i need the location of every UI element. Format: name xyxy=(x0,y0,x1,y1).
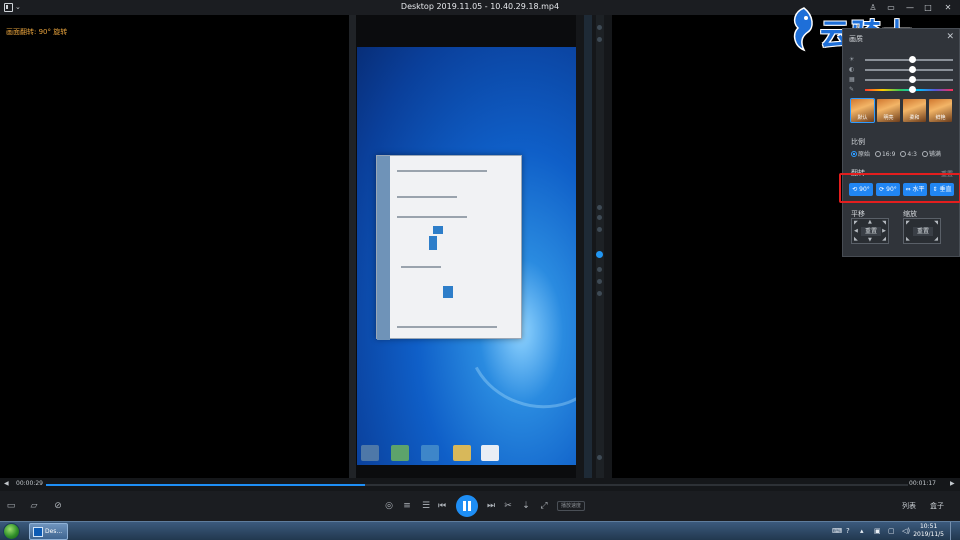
saturation-icon: ▦ xyxy=(849,76,855,83)
progress-row: ◀ 00:00:29 00:01:17 ▶ xyxy=(0,478,960,491)
zoom-reset-button[interactable]: 重置 xyxy=(913,227,933,236)
player-app-icon xyxy=(33,527,43,537)
ratio-options: 原始 16:9 4:3 铺满 xyxy=(851,149,944,158)
panel-title: 画质 xyxy=(849,35,863,43)
ratio-4-3[interactable]: 4:3 xyxy=(900,151,917,158)
clock-date: 2019/11/5 xyxy=(913,531,944,538)
hue-slider[interactable]: ✎ xyxy=(849,86,955,94)
filter-default[interactable]: 默认 xyxy=(850,98,875,123)
panel-close-icon[interactable]: ✕ xyxy=(946,32,954,42)
open-folder-icon[interactable]: ▱ xyxy=(27,500,41,512)
video-edge-right xyxy=(576,15,612,478)
rotate-highlight-box xyxy=(839,173,960,203)
video-content-dock xyxy=(357,443,576,465)
contrast-icon: ◐ xyxy=(849,66,855,73)
pan-reset-button[interactable]: 重置 xyxy=(861,227,881,236)
zoom-pad[interactable]: ◤ ◥ ◣ ◢ 重置 xyxy=(903,218,941,244)
taskbar-app-button[interactable]: Des... xyxy=(29,523,68,540)
seek-bar[interactable] xyxy=(46,484,908,486)
open-file-icon[interactable]: ▭ xyxy=(4,500,18,512)
start-button[interactable] xyxy=(3,523,20,540)
next-icon[interactable]: ⏭ xyxy=(484,500,498,512)
pause-button[interactable] xyxy=(456,495,478,517)
tray-volume-icon[interactable]: ◁) xyxy=(902,527,910,535)
step-forward-icon[interactable]: ▶ xyxy=(950,480,955,487)
picture-settings-panel: 画质 ✕ ☀ ◐ ▦ ✎ 默认 明亮 柔和 鲜艳 比例 原始 16:9 4:3 … xyxy=(842,28,960,257)
video-content-window xyxy=(376,155,522,340)
saturation-slider[interactable]: ▦ xyxy=(849,76,955,84)
tray-clock[interactable]: 10:51 2019/11/5 xyxy=(913,523,944,539)
download-icon[interactable]: ⇣ xyxy=(519,500,533,512)
brightness-icon: ☀ xyxy=(849,56,855,63)
settings-sliders-icon[interactable]: ☰ xyxy=(419,500,433,512)
video-edge-left xyxy=(349,15,356,478)
cut-icon[interactable]: ✂ xyxy=(501,500,515,512)
box-button[interactable]: 盒子 xyxy=(930,501,944,511)
ratio-heading: 比例 xyxy=(851,138,865,146)
video-content-desktop xyxy=(357,47,576,465)
filter-vivid[interactable]: 鲜艳 xyxy=(929,99,952,122)
mascot-icon xyxy=(793,7,813,52)
ratio-fill[interactable]: 铺满 xyxy=(921,151,941,158)
tray-expand-icon[interactable]: ▴ xyxy=(860,527,864,535)
osd-message: 画面翻转: 90° 旋转 xyxy=(6,28,68,36)
speed-button[interactable]: 播放速度 xyxy=(557,501,586,511)
video-stage[interactable]: 画面翻转: 90° 旋转 xyxy=(0,15,960,478)
filter-presets: 默认 明亮 柔和 鲜艳 xyxy=(850,98,957,123)
playlist-button[interactable]: 列表 xyxy=(902,501,916,511)
ratio-16-9[interactable]: 16:9 xyxy=(874,151,895,158)
ratio-original[interactable]: 原始 xyxy=(851,151,870,158)
show-desktop-button[interactable] xyxy=(950,522,960,540)
fullscreen-icon[interactable]: ⤢ xyxy=(537,500,551,512)
tray-display-icon[interactable]: ▢ xyxy=(888,527,895,535)
step-back-icon[interactable]: ◀ xyxy=(4,480,9,487)
tray-input-icon[interactable]: ⌨ xyxy=(832,527,842,535)
hue-icon: ✎ xyxy=(849,86,855,93)
contrast-slider[interactable]: ◐ xyxy=(849,66,955,74)
elapsed-time: 00:00:29 xyxy=(16,480,43,487)
previous-icon[interactable]: ⏮ xyxy=(435,500,449,512)
windows-taskbar: Des... ⌨ ? ▴ ▣ ▢ ◁) 10:51 2019/11/5 xyxy=(0,521,960,540)
tray-network-icon[interactable]: ▣ xyxy=(874,527,881,535)
clock-time: 10:51 xyxy=(919,523,938,530)
brightness-slider[interactable]: ☀ xyxy=(849,56,955,64)
tray-help-icon[interactable]: ? xyxy=(846,527,850,535)
screenshot-icon[interactable]: ◎ xyxy=(382,500,396,512)
playlist-mode-icon[interactable]: ≡ xyxy=(400,500,414,512)
filter-soft[interactable]: 柔和 xyxy=(903,99,926,122)
control-bar: ▭ ▱ ⊘ ◎ ≡ ☰ ⏮ ⏭ ✂ ⇣ ⤢ 播放速度 列表 盒子 xyxy=(0,491,960,521)
total-time: 00:01:17 xyxy=(909,480,936,487)
filter-bright[interactable]: 明亮 xyxy=(877,99,900,122)
mute-icon[interactable]: ⊘ xyxy=(51,500,65,512)
pan-pad[interactable]: ◤ ▲ ◥ ◀ ▶ ◣ ▼ ◢ 重置 xyxy=(851,218,889,244)
